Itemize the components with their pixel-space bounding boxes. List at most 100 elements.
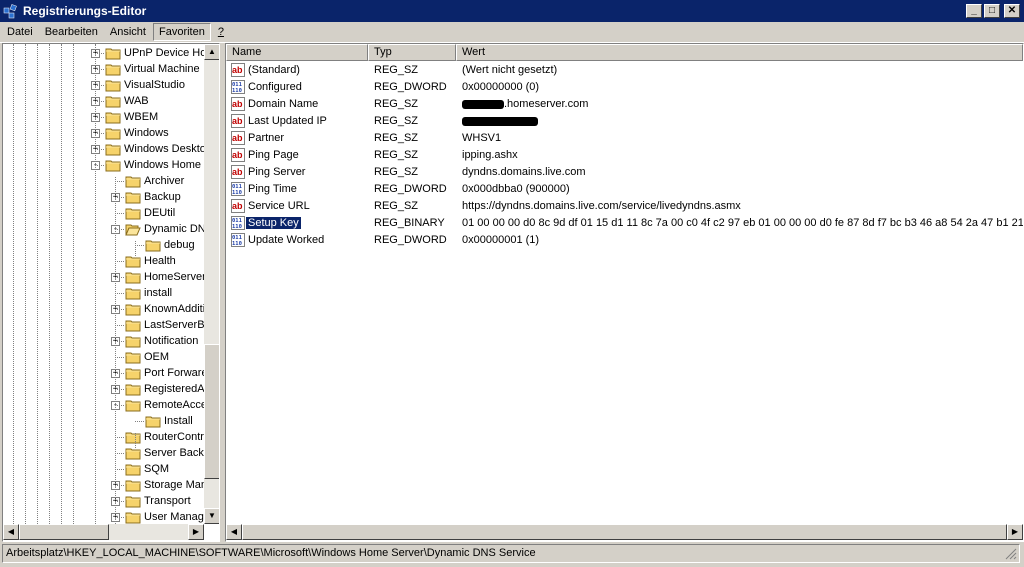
menu-ansicht[interactable]: Ansicht (105, 24, 151, 40)
tree-item[interactable]: WAB (105, 93, 149, 109)
tree-item[interactable]: RemoteAcce (125, 397, 207, 413)
scroll-left-arrow-icon[interactable]: ◀ (3, 524, 19, 540)
tree-item[interactable]: Windows Home S (105, 157, 211, 173)
tree-item[interactable]: WBEM (105, 109, 158, 125)
close-button[interactable]: ✕ (1004, 4, 1020, 18)
string-value-icon: ab (231, 199, 245, 213)
tree-vertical-scrollbar[interactable]: ▲ ▼ (204, 44, 219, 524)
minimize-button[interactable]: _ (966, 4, 982, 18)
tree-item-label: RouterContr (144, 431, 204, 443)
menu-datei[interactable]: Datei (2, 24, 38, 40)
registry-tree[interactable]: UPnP Device Ho + Virtual Machine + VisualStu… (2, 43, 220, 542)
folder-icon (125, 368, 141, 379)
tree-item[interactable]: DEUtil (125, 205, 175, 221)
value-data: 0x00000000 (0) (462, 81, 540, 93)
tree-connector (115, 517, 124, 518)
value-row[interactable]: ab Last Updated IP REG_SZ (226, 113, 1023, 130)
window-controls: _ □ ✕ (966, 4, 1020, 18)
tree-item[interactable]: Port Forware (125, 365, 208, 381)
value-row[interactable]: ab Service URL REG_SZ https://dyndns.domain… (226, 198, 1023, 215)
scroll-down-arrow-icon[interactable]: ▼ (204, 508, 219, 524)
tree-item[interactable]: UPnP Device Ho (105, 45, 206, 61)
value-row[interactable]: 011 110 Configured REG_DWORD 0x00000000 (0) (226, 79, 1023, 96)
value-name: Configured (248, 81, 302, 93)
column-header-name[interactable]: Name (226, 44, 368, 61)
tree-item[interactable]: Windows (105, 125, 169, 141)
folder-icon (125, 464, 141, 475)
tree-item[interactable]: Backup (125, 189, 181, 205)
folder-icon (105, 128, 121, 139)
tree-horizontal-scrollbar[interactable]: ◀ ▶ (3, 524, 204, 540)
tree-item[interactable]: Windows Deskto (105, 141, 206, 157)
tree-item[interactable]: LastServerB (125, 317, 205, 333)
value-row[interactable]: 011 110 Ping Time REG_DWORD 0x000dbba0 (9000… (226, 181, 1023, 198)
tree-connector (115, 325, 124, 326)
tree-item[interactable]: RouterContr (125, 429, 204, 445)
tree-item[interactable]: Archiver (125, 173, 184, 189)
value-row[interactable]: ab Ping Page REG_SZ ipping.ashx (226, 147, 1023, 164)
scroll-thumb[interactable] (19, 524, 109, 540)
scroll-left-arrow-icon[interactable]: ◀ (226, 524, 242, 540)
scroll-thumb[interactable] (204, 344, 219, 479)
tree-item-label: User Manage (144, 511, 211, 523)
tree-item[interactable]: install (125, 285, 172, 301)
tree-item[interactable]: KnownAdditi (125, 301, 205, 317)
tree-item[interactable]: Notification (125, 333, 198, 349)
tree-item[interactable]: Dynamic DN (125, 221, 206, 237)
value-row[interactable]: ab Partner REG_SZ WHSV1 (226, 130, 1023, 147)
value-row[interactable]: 011 110 Setup Key REG_BINARY 01 00 00 00 d0 … (226, 215, 1023, 232)
tree-connector (95, 53, 104, 54)
tree-item[interactable]: RegisteredA (125, 381, 205, 397)
folder-icon (105, 48, 121, 59)
tree-item-label: OEM (144, 351, 170, 363)
tree-item[interactable]: User Manage (125, 509, 210, 525)
tree-item-label: WBEM (124, 111, 159, 123)
redaction-mark (462, 116, 538, 126)
resize-grip-icon[interactable] (1005, 548, 1017, 560)
column-header-type[interactable]: Typ (368, 44, 456, 61)
values-list[interactable]: Name Typ Wert ab (Standard) REG_SZ (Wert ni… (225, 43, 1024, 542)
tree-item[interactable]: Health (125, 253, 176, 269)
scroll-right-arrow-icon[interactable]: ▶ (1007, 524, 1023, 540)
tree-item[interactable]: Virtual Machine (105, 61, 200, 77)
value-data-cell: (Wert nicht gesetzt) (462, 62, 557, 79)
value-name-cell: Partner (248, 130, 284, 147)
value-row[interactable]: ab (Standard) REG_SZ (Wert nicht gesetzt) (226, 62, 1023, 79)
tree-item[interactable]: Transport (125, 493, 191, 509)
tree-item-label: Windows (124, 127, 169, 139)
tree-item[interactable]: VisualStudio (105, 77, 185, 93)
tree-item[interactable]: OEM (125, 349, 169, 365)
menu-favoriten[interactable]: Favoriten (152, 23, 211, 41)
scroll-right-arrow-icon[interactable]: ▶ (188, 524, 204, 540)
tree-connector (115, 373, 124, 374)
tree-item[interactable]: Storage Man (125, 477, 207, 493)
value-data: 01 00 00 00 d0 8c 9d df 01 15 d1 11 8c 7… (462, 217, 1024, 229)
scroll-up-arrow-icon[interactable]: ▲ (204, 44, 219, 60)
value-row[interactable]: ab Ping Server REG_SZ dyndns.domains.live.c… (226, 164, 1023, 181)
value-type: REG_SZ (374, 200, 419, 212)
tree-item-label: Port Forware (144, 367, 208, 379)
tree-item[interactable]: HomeServer (125, 269, 206, 285)
string-value-icon: ab (231, 63, 245, 77)
tree-item[interactable]: Server Backu (125, 445, 210, 461)
column-header-value[interactable]: Wert (456, 44, 1023, 61)
tree-connector (25, 44, 26, 524)
menu-bearbeiten[interactable]: Bearbeiten (40, 24, 103, 40)
tree-item[interactable]: SQM (125, 461, 169, 477)
pane-splitter[interactable] (220, 43, 224, 540)
folder-icon (125, 288, 141, 299)
value-name-cell: (Standard) (248, 62, 300, 79)
tree-connector (115, 485, 124, 486)
value-row[interactable]: 011 110 Update Worked REG_DWORD 0x00000001 (… (226, 232, 1023, 249)
tree-item[interactable]: debug (145, 237, 195, 253)
value-row[interactable]: ab Domain Name REG_SZ .homeserver.com (226, 96, 1023, 113)
list-horizontal-scrollbar[interactable]: ◀ ▶ (226, 524, 1023, 540)
value-data-cell: 0x00000001 (1) (462, 232, 539, 249)
maximize-button[interactable]: □ (984, 4, 1000, 18)
folder-icon (125, 272, 141, 283)
tree-item[interactable]: Install (145, 413, 193, 429)
folder-icon (125, 512, 141, 523)
scroll-thumb[interactable] (242, 524, 1007, 540)
tree-item-label: Windows Home S (124, 159, 212, 171)
menu-help[interactable]: ? (213, 24, 229, 40)
